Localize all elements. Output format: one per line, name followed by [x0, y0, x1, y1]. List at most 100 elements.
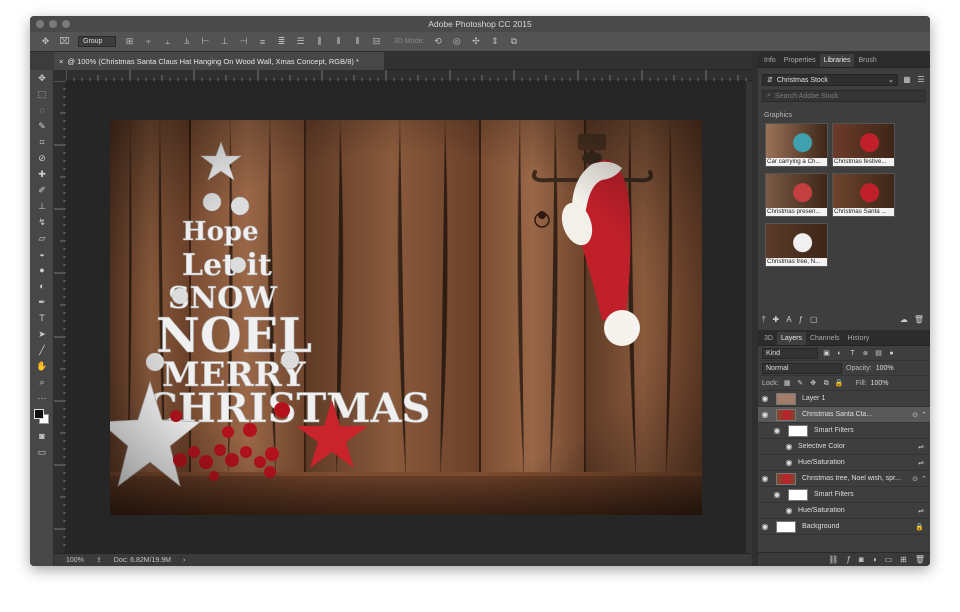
3d-rotate-icon[interactable]: ⟲ — [432, 36, 443, 47]
align-bottom-icon[interactable]: ⫡ — [181, 36, 192, 47]
shape-filter-icon[interactable]: ⧈ — [861, 349, 870, 358]
document-image[interactable]: Hope Let it SNOW NOEL MERRY CHRISTMAS — [110, 120, 702, 515]
fill-value[interactable]: 100% — [871, 380, 889, 387]
top-tab-info[interactable]: Info — [760, 54, 780, 67]
distribute-bottom-icon[interactable]: ☰ — [295, 36, 306, 47]
stock-search-input[interactable]: ⌕ Search Adobe Stock — [762, 90, 926, 102]
expand-chevron-icon[interactable]: ⌃ — [921, 475, 927, 483]
visibility-eye-icon[interactable]: ◉ — [782, 506, 796, 515]
lock-transparent-icon[interactable]: ▦ — [783, 379, 792, 388]
path-selection-tool-icon[interactable]: ➤ — [30, 326, 54, 342]
align-hcenter-icon[interactable]: ⊥ — [219, 36, 230, 47]
auto-align-icon[interactable]: ⊟ — [371, 36, 382, 47]
document-size[interactable]: Doc: 6.82M/19.9M — [114, 557, 171, 564]
layer-row[interactable]: ◉ Smart Filters — [758, 487, 930, 503]
visibility-eye-icon[interactable]: ◉ — [782, 442, 796, 451]
layer-tab-channels[interactable]: Channels — [806, 332, 844, 345]
link-layers-icon[interactable]: ⛓ — [828, 555, 838, 564]
new-layer-icon[interactable]: ⊞ — [900, 555, 907, 564]
3d-drag-icon[interactable]: ✣ — [470, 36, 481, 47]
graphic-item[interactable]: Christmas presen... — [765, 173, 828, 217]
auto-select-checkbox[interactable]: ⌧ — [59, 36, 70, 47]
lock-artboard-icon[interactable]: ⧉ — [822, 379, 831, 388]
move-tool-preset-icon[interactable]: ✥ — [40, 36, 51, 47]
graphic-item[interactable]: Car carrying a Ch... — [765, 123, 828, 167]
distribute-right-icon[interactable]: ⫴ — [352, 36, 363, 47]
layer-row[interactable]: ◉ Smart Filters — [758, 423, 930, 439]
library-dropdown[interactable]: ⇵ Christmas Stock ⌄ — [762, 74, 898, 86]
layer-row[interactable]: ◉ Hue/Saturation ⇌ — [758, 503, 930, 519]
3d-scale-icon[interactable]: ⧉ — [508, 36, 519, 47]
visibility-eye-icon[interactable]: ◉ — [770, 426, 784, 435]
eyedropper-tool-icon[interactable]: ⊘ — [30, 150, 54, 166]
layer-row[interactable]: ◉ Background 🔒 — [758, 519, 930, 535]
visibility-eye-icon[interactable]: ◉ — [782, 458, 796, 467]
filter-toggle-icon[interactable]: ● — [887, 349, 896, 358]
visibility-eye-icon[interactable]: ◉ — [758, 410, 772, 419]
layer-row[interactable]: ◉ Hue/Saturation ⇌ — [758, 455, 930, 471]
pen-tool-icon[interactable]: ✒ — [30, 294, 54, 310]
layer-tab-layers[interactable]: Layers — [776, 332, 806, 345]
foreground-color-swatch[interactable] — [34, 409, 44, 419]
brush-tool-icon[interactable]: ✐ — [30, 182, 54, 198]
screen-mode-icon[interactable]: ▭ — [30, 444, 54, 460]
auto-select-dropdown[interactable]: Group — [78, 36, 116, 47]
share-icon[interactable]: ⇪ — [96, 556, 102, 564]
cloud-sync-icon[interactable]: ☁ — [900, 315, 908, 324]
align-vcenter-icon[interactable]: ⫠ — [162, 36, 173, 47]
zoom-window-button[interactable] — [62, 20, 70, 28]
minimize-window-button[interactable] — [49, 20, 57, 28]
add-layer-style-icon[interactable]: ƒ — [799, 315, 803, 325]
blend-mode-dropdown[interactable]: Normal — [762, 362, 842, 374]
close-tab-icon[interactable]: × — [59, 57, 63, 66]
clone-stamp-tool-icon[interactable]: ⊥ — [30, 198, 54, 214]
type-filter-icon[interactable]: T — [848, 349, 857, 358]
blur-tool-icon[interactable]: ● — [30, 262, 54, 278]
graphic-item[interactable]: Christmas tree, N... — [765, 223, 828, 267]
filter-options-icon[interactable]: ⇌ — [918, 507, 924, 515]
add-color-icon[interactable]: ▢ — [810, 315, 818, 325]
zoom-tool-icon[interactable]: ⌕ — [30, 374, 54, 390]
top-tab-brush[interactable]: Brush — [854, 54, 880, 67]
distribute-vcenter-icon[interactable]: ≣ — [276, 36, 287, 47]
opacity-value[interactable]: 100% — [876, 365, 894, 372]
status-menu-arrow[interactable]: › — [183, 557, 185, 564]
layer-tab-history[interactable]: History — [844, 332, 874, 345]
lock-all-icon[interactable]: 🔒 — [835, 379, 844, 388]
vertical-ruler[interactable] — [54, 80, 66, 553]
top-tab-libraries[interactable]: Libraries — [819, 54, 855, 67]
eraser-tool-icon[interactable]: ▱ — [30, 230, 54, 246]
upload-icon[interactable]: ⤒ — [762, 315, 766, 325]
lock-position-icon[interactable]: ✥ — [809, 379, 818, 388]
3d-slide-icon[interactable]: ⇕ — [489, 36, 500, 47]
hand-tool-icon[interactable]: ✋ — [30, 358, 54, 374]
grid-view-icon[interactable]: ▦ — [902, 75, 912, 85]
pixel-filter-icon[interactable]: ▣ — [822, 349, 831, 358]
horizontal-ruler[interactable] — [65, 70, 752, 81]
graphic-item[interactable]: Christmas festive... — [832, 123, 895, 167]
marquee-tool-icon[interactable]: ⬚ — [30, 86, 54, 102]
distribute-hcenter-icon[interactable]: ⦀ — [333, 36, 344, 47]
top-tab-properties[interactable]: Properties — [780, 54, 820, 67]
align-top-icon[interactable]: ⫟ — [143, 36, 154, 47]
add-character-style-icon[interactable]: A — [786, 315, 791, 325]
healing-brush-tool-icon[interactable]: ✚ — [30, 166, 54, 182]
graphic-item[interactable]: Christmas Santa ... — [832, 173, 895, 217]
history-brush-tool-icon[interactable]: ↯ — [30, 214, 54, 230]
list-view-icon[interactable]: ☰ — [916, 75, 926, 85]
layer-row[interactable]: ◉ Christmas Santa Cla... ⊙ ⌃ — [758, 407, 930, 423]
new-group-icon[interactable]: ▭ — [885, 555, 893, 564]
color-swatches[interactable] — [30, 406, 54, 428]
paint-bucket-tool-icon[interactable]: ◒ — [30, 246, 54, 262]
filter-options-icon[interactable]: ⇌ — [918, 443, 924, 451]
type-tool-icon[interactable]: T — [30, 310, 54, 326]
trash-icon[interactable]: 🗑 — [914, 315, 924, 324]
quick-select-tool-icon[interactable]: ✎ — [30, 118, 54, 134]
new-adjustment-icon[interactable]: ◑ — [872, 555, 877, 564]
zoom-level[interactable]: 100% — [66, 557, 84, 564]
layer-style-icon[interactable]: ƒ — [846, 555, 850, 564]
align-right-icon[interactable]: ⊣ — [238, 36, 249, 47]
layer-tab-3d[interactable]: 3D — [760, 332, 777, 345]
crop-tool-icon[interactable]: ⌗ — [30, 134, 54, 150]
layer-row[interactable]: ◉ Selective Color ⇌ — [758, 439, 930, 455]
